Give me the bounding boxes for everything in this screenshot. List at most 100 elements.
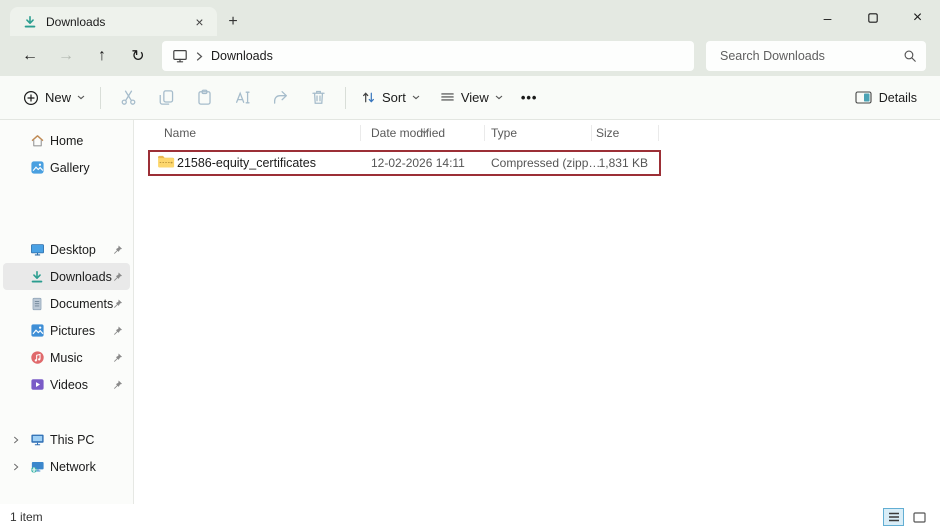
sidebar-label: This PC bbox=[50, 432, 95, 447]
sidebar-label: Documents bbox=[50, 296, 114, 311]
music-icon bbox=[29, 350, 45, 366]
file-name: 21586-equity_certificates bbox=[177, 156, 316, 170]
column-divider[interactable] bbox=[484, 125, 485, 141]
sidebar-item-downloads[interactable]: Downloads bbox=[3, 263, 130, 290]
status-bar: 1 item bbox=[0, 504, 940, 530]
details-label: Details bbox=[878, 90, 917, 105]
titlebar: Downloads × + – × bbox=[0, 0, 940, 36]
pin-icon bbox=[112, 352, 123, 363]
sidebar-label: Pictures bbox=[50, 323, 96, 338]
column-divider[interactable] bbox=[658, 125, 659, 141]
window-controls: – × bbox=[805, 0, 940, 36]
chevron-down-icon bbox=[412, 95, 420, 100]
search-box bbox=[706, 41, 926, 71]
sidebar-label: Home bbox=[50, 133, 84, 148]
sidebar-item-pictures[interactable]: Pictures bbox=[3, 317, 130, 344]
forward-button[interactable]: → bbox=[48, 41, 84, 71]
details-pane-button[interactable]: Details bbox=[848, 85, 924, 110]
pictures-icon bbox=[29, 323, 45, 339]
download-icon bbox=[29, 269, 45, 285]
file-date-modified: 12-02-2026 14:11 bbox=[371, 156, 465, 170]
zipped-folder-icon bbox=[157, 154, 175, 174]
column-header-type[interactable]: Type bbox=[491, 120, 517, 146]
new-tab-button[interactable]: + bbox=[217, 7, 249, 36]
refresh-button[interactable]: ↻ bbox=[120, 41, 156, 71]
sidebar-label: Gallery bbox=[50, 160, 90, 175]
sidebar-item-home[interactable]: Home bbox=[3, 127, 130, 154]
copy-button[interactable] bbox=[147, 81, 185, 115]
view-label: View bbox=[460, 90, 489, 105]
chevron-right-icon[interactable] bbox=[196, 51, 203, 61]
list-lines-icon bbox=[440, 90, 455, 105]
file-explorer-window: Downloads × + – × ← → ↑ ↻ Downloads Sear… bbox=[0, 0, 940, 530]
sidebar-label: Desktop bbox=[50, 242, 96, 257]
file-row-highlighted[interactable]: 21586-equity_certificates 12-02-2026 14:… bbox=[148, 150, 661, 176]
sidebar-label: Downloads bbox=[50, 269, 112, 284]
rename-button[interactable] bbox=[223, 81, 261, 115]
sort-label: Sort bbox=[382, 90, 406, 105]
sidebar-item-music[interactable]: Music bbox=[3, 344, 130, 371]
sort-arrows-icon bbox=[361, 90, 376, 105]
up-button[interactable]: ↑ bbox=[84, 41, 120, 71]
file-size: 1,831 KB bbox=[598, 156, 648, 170]
expand-chevron-icon[interactable] bbox=[13, 462, 19, 471]
item-count: 1 item bbox=[10, 510, 43, 524]
search-icon[interactable] bbox=[903, 49, 917, 63]
sidebar-item-documents[interactable]: Documents bbox=[3, 290, 130, 317]
command-toolbar: New Sort View ••• Details bbox=[0, 76, 940, 120]
view-button[interactable]: View bbox=[433, 85, 510, 110]
search-input[interactable] bbox=[718, 48, 903, 64]
column-header-date-modified[interactable]: Date modified bbox=[371, 120, 445, 146]
pin-icon bbox=[112, 379, 123, 390]
download-icon bbox=[23, 15, 37, 29]
share-button[interactable] bbox=[261, 81, 299, 115]
navigation-pane: Home Gallery Desktop Downloads Documents… bbox=[0, 120, 134, 504]
details-pane-icon bbox=[855, 90, 872, 105]
navigation-bar: ← → ↑ ↻ Downloads bbox=[0, 36, 940, 76]
file-list-area: Name Date modified Type Size 21586-equit… bbox=[134, 120, 940, 504]
details-view-toggle[interactable] bbox=[883, 508, 904, 526]
plus-circle-icon bbox=[23, 90, 39, 106]
body-row: Home Gallery Desktop Downloads Documents… bbox=[0, 120, 940, 504]
pin-icon bbox=[112, 271, 123, 282]
address-bar[interactable]: Downloads bbox=[162, 41, 694, 71]
tab-close-button[interactable]: × bbox=[190, 12, 209, 31]
column-header-name[interactable]: Name bbox=[164, 120, 196, 146]
more-options-button[interactable]: ••• bbox=[514, 85, 545, 110]
column-divider[interactable] bbox=[591, 125, 592, 141]
pin-icon bbox=[112, 298, 123, 309]
address-path: Downloads bbox=[211, 49, 273, 63]
maximize-button[interactable] bbox=[850, 0, 895, 36]
videos-icon bbox=[29, 377, 45, 393]
sidebar-item-gallery[interactable]: Gallery bbox=[3, 154, 130, 181]
sort-direction-chevron-icon[interactable] bbox=[420, 121, 429, 139]
delete-button[interactable] bbox=[299, 81, 337, 115]
network-icon bbox=[29, 459, 45, 475]
sidebar-item-videos[interactable]: Videos bbox=[3, 371, 130, 398]
paste-button[interactable] bbox=[185, 81, 223, 115]
sidebar-item-network[interactable]: Network bbox=[3, 453, 130, 480]
back-button[interactable]: ← bbox=[12, 41, 48, 71]
large-icons-view-toggle[interactable] bbox=[909, 508, 930, 526]
expand-chevron-icon[interactable] bbox=[13, 435, 19, 444]
toolbar-divider bbox=[100, 86, 102, 109]
document-icon bbox=[29, 296, 45, 312]
column-header-size[interactable]: Size bbox=[596, 120, 619, 146]
sort-button[interactable]: Sort bbox=[354, 85, 427, 110]
toolbar-divider bbox=[345, 86, 347, 109]
chevron-down-icon bbox=[77, 95, 85, 100]
column-divider[interactable] bbox=[360, 125, 361, 141]
sidebar-item-desktop[interactable]: Desktop bbox=[3, 236, 130, 263]
pin-icon bbox=[112, 325, 123, 336]
tab-label: Downloads bbox=[46, 14, 106, 29]
tab-downloads[interactable]: Downloads × bbox=[10, 7, 217, 36]
sidebar-label: Music bbox=[50, 350, 83, 365]
close-button[interactable]: × bbox=[895, 0, 940, 36]
home-icon bbox=[29, 133, 45, 149]
cut-button[interactable] bbox=[109, 81, 147, 115]
sidebar-item-this-pc[interactable]: This PC bbox=[3, 426, 130, 453]
minimize-button[interactable]: – bbox=[805, 0, 850, 36]
new-button[interactable]: New bbox=[16, 85, 92, 111]
